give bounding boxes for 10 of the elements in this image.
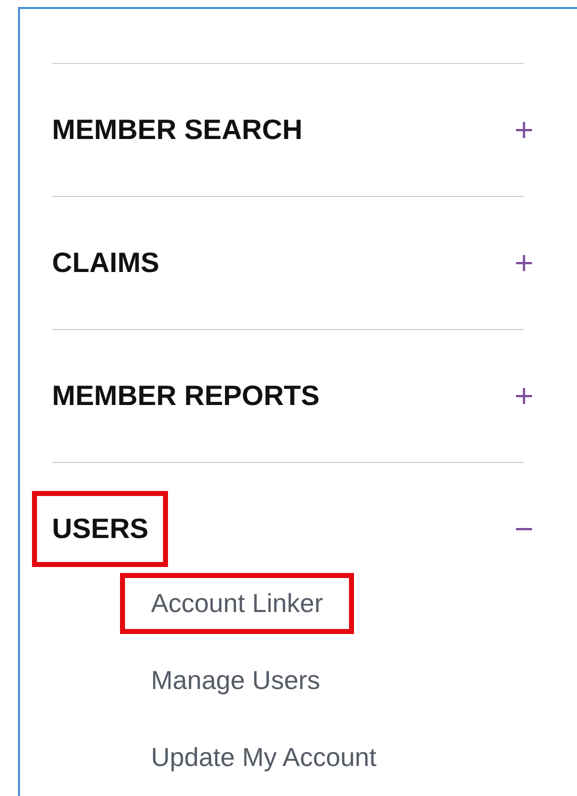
section-heading[interactable]: USERS: [32, 491, 168, 567]
submenu-link[interactable]: Manage Users: [120, 650, 352, 711]
submenu-link[interactable]: Update My Account: [120, 727, 408, 788]
section-heading[interactable]: CLAIMS: [32, 225, 180, 301]
submenu-link[interactable]: Account Linker: [120, 573, 354, 634]
plus-icon[interactable]: [516, 255, 532, 271]
plus-icon[interactable]: [516, 388, 532, 404]
section-heading[interactable]: MEMBER REPORTS: [32, 358, 340, 434]
section-heading[interactable]: MEMBER SEARCH: [32, 92, 322, 168]
plus-icon[interactable]: [516, 122, 532, 138]
